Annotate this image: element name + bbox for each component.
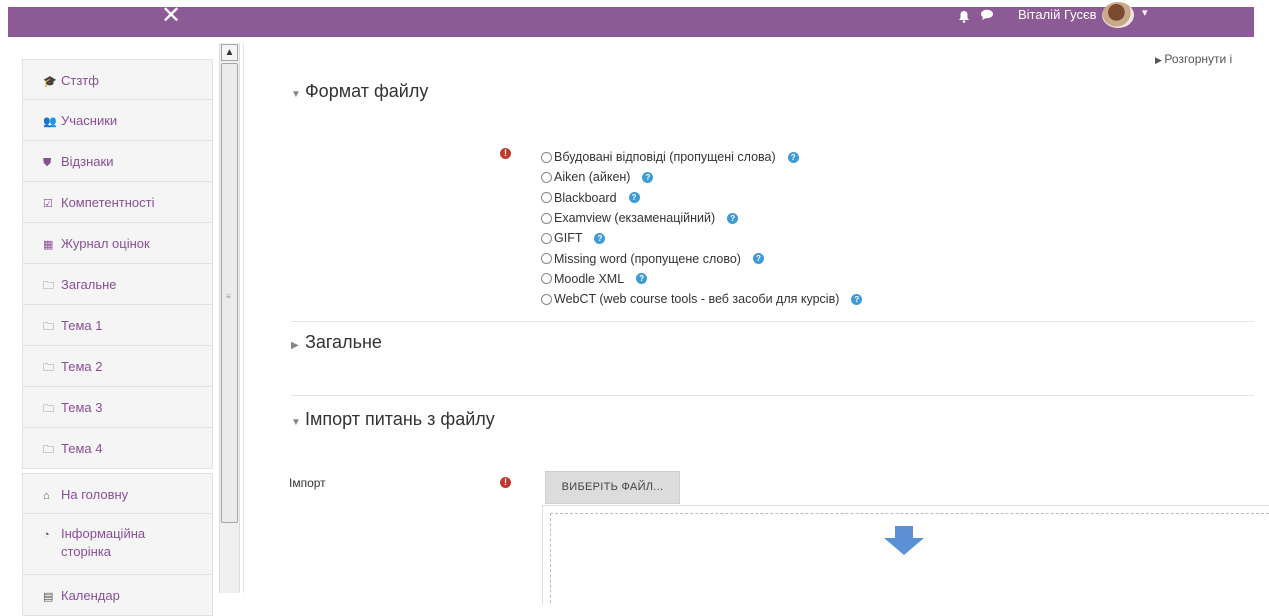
sidebar-item-label: Тема 1 bbox=[61, 318, 103, 333]
sidebar-item-topic-3[interactable]: 🗀 Тема 3 bbox=[22, 387, 213, 428]
sidebar-item-label: На головну bbox=[61, 487, 129, 502]
help-icon[interactable]: ? bbox=[628, 192, 640, 204]
sidebar-item-label: Компетентності bbox=[61, 195, 155, 210]
radio-button[interactable] bbox=[541, 212, 552, 224]
sidebar-item-label: Стзтф bbox=[61, 73, 99, 88]
format-option[interactable]: GIFT? bbox=[541, 228, 862, 248]
format-option[interactable]: Вбудовані відповіді (пропущені слова)? bbox=[541, 147, 862, 167]
radio-button[interactable] bbox=[541, 273, 552, 285]
graduation-cap-icon: 🎓 bbox=[43, 76, 57, 88]
format-radio-group: Вбудовані відповіді (пропущені слова)? A… bbox=[541, 147, 863, 309]
sidebar-item-label: Загальне bbox=[61, 277, 117, 292]
sidebar-item-topic-1[interactable]: 🗀 Тема 1 bbox=[22, 305, 213, 346]
chat-icon[interactable] bbox=[980, 8, 994, 24]
scroll-up-button[interactable]: ▲ bbox=[221, 44, 238, 61]
sidebar-item-label: Тема 3 bbox=[61, 400, 103, 415]
required-icon: ! bbox=[500, 148, 511, 159]
folder-icon: 🗀 bbox=[43, 362, 54, 374]
help-icon[interactable]: ? bbox=[636, 273, 648, 285]
folder-icon: 🗀 bbox=[43, 280, 54, 292]
top-navbar: ✕ Віталій Гусєв ▾ bbox=[0, 0, 1269, 43]
radio-button[interactable] bbox=[541, 232, 552, 244]
caret-right-icon: ▶ bbox=[291, 340, 299, 351]
scroll-thumb[interactable]: ≡ bbox=[221, 63, 238, 523]
sidebar-item-label: Календар bbox=[61, 588, 120, 603]
format-option[interactable]: Blackboard? bbox=[541, 188, 862, 208]
sidebar-item-course[interactable]: 🎓 Стзтф bbox=[22, 59, 213, 100]
dashboard-icon: ◔ bbox=[43, 529, 50, 541]
expand-all-link[interactable]: ▶ Розгорнути і bbox=[1155, 52, 1232, 66]
sidebar-item-participants[interactable]: 👥 Учасники bbox=[22, 100, 213, 141]
radio-button[interactable] bbox=[541, 293, 552, 305]
help-icon[interactable]: ? bbox=[752, 253, 764, 265]
calendar-icon: ▤ bbox=[43, 591, 54, 603]
folder-icon: 🗀 bbox=[43, 444, 54, 456]
help-icon[interactable]: ? bbox=[727, 212, 739, 224]
main-content: ▶ Розгорнути і ▼ Формат файлу ! Вбудовані… bbox=[245, 43, 1269, 605]
user-avatar[interactable] bbox=[1102, 2, 1134, 28]
format-option[interactable]: Examview (екзаменаційний)? bbox=[541, 208, 862, 228]
table-icon: ▦ bbox=[43, 239, 54, 251]
close-drawer-icon[interactable]: ✕ bbox=[160, 4, 182, 28]
folder-icon: 🗀 bbox=[43, 403, 54, 415]
section-file-format-header[interactable]: ▼ Формат файлу bbox=[291, 81, 428, 102]
choose-file-button[interactable]: ВИБЕРІТЬ ФАЙЛ... bbox=[545, 471, 680, 504]
radio-button[interactable] bbox=[541, 171, 552, 183]
caret-right-icon: ▶ bbox=[1155, 55, 1165, 65]
checkbox-icon: ☑ bbox=[43, 198, 53, 210]
divider bbox=[291, 395, 1254, 396]
sidebar-item-label: Учасники bbox=[61, 113, 118, 128]
radio-button[interactable] bbox=[541, 151, 552, 163]
sidebar-item-label: Тема 4 bbox=[61, 441, 103, 456]
home-icon: ⌂ bbox=[43, 490, 50, 502]
help-icon[interactable]: ? bbox=[851, 293, 863, 305]
section-general-header[interactable]: ▶ Загальне bbox=[291, 332, 382, 353]
sidebar-nav: 🎓 Стзтф 👥 Учасники ⛊ Відзнаки ☑ Компетентнос… bbox=[22, 59, 213, 616]
radio-button[interactable] bbox=[541, 192, 552, 204]
caret-down-icon: ▼ bbox=[291, 89, 301, 100]
format-option[interactable]: Moodle XML? bbox=[541, 269, 862, 289]
radio-button[interactable] bbox=[541, 253, 552, 265]
grip-icon: ≡ bbox=[226, 292, 231, 301]
bell-icon[interactable] bbox=[958, 10, 970, 26]
help-icon[interactable]: ? bbox=[642, 171, 654, 183]
format-option[interactable]: Missing word (пропущене слово)? bbox=[541, 248, 862, 268]
sidebar-item-calendar[interactable]: ▤ Календар bbox=[22, 575, 213, 616]
folder-icon: 🗀 bbox=[43, 321, 54, 333]
sidebar-item-label: Тема 2 bbox=[61, 359, 103, 374]
sidebar-scrollbar[interactable]: ▲ ≡ bbox=[219, 43, 240, 593]
sidebar-item-label: Інформаційна сторінка bbox=[61, 526, 146, 559]
import-label: Імпорт bbox=[289, 476, 326, 490]
section-import-header[interactable]: ▼ Імпорт питань з файлу bbox=[291, 409, 495, 430]
shield-icon: ⛊ bbox=[43, 157, 52, 169]
sidebar-item-home[interactable]: ⌂ На головну bbox=[22, 473, 213, 514]
sidebar-item-general[interactable]: 🗀 Загальне bbox=[22, 264, 213, 305]
format-option[interactable]: WebCT (web course tools - веб засоби для… bbox=[541, 289, 863, 309]
sidebar-item-label: Журнал оцінок bbox=[61, 236, 150, 251]
users-icon: 👥 bbox=[43, 116, 57, 128]
chevron-down-icon[interactable]: ▾ bbox=[1142, 6, 1148, 19]
sidebar-item-topic-4[interactable]: 🗀 Тема 4 bbox=[22, 428, 213, 469]
sidebar-item-topic-2[interactable]: 🗀 Тема 2 bbox=[22, 346, 213, 387]
download-arrow-icon bbox=[882, 526, 926, 561]
sidebar-item-label: Відзнаки bbox=[61, 154, 114, 169]
sidebar: 🎓 Стзтф 👥 Учасники ⛊ Відзнаки ☑ Компетентнос… bbox=[8, 43, 244, 616]
sidebar-item-dashboard[interactable]: ◔ Інформаційна сторінка bbox=[22, 514, 213, 575]
help-icon[interactable]: ? bbox=[787, 151, 799, 163]
user-name[interactable]: Віталій Гусєв bbox=[1018, 7, 1097, 22]
divider bbox=[291, 321, 1254, 322]
required-icon: ! bbox=[500, 477, 511, 488]
format-option[interactable]: Aiken (айкен)? bbox=[541, 167, 862, 187]
sidebar-item-competencies[interactable]: ☑ Компетентності bbox=[22, 182, 213, 223]
help-icon[interactable]: ? bbox=[594, 232, 606, 244]
sidebar-item-badges[interactable]: ⛊ Відзнаки bbox=[22, 141, 213, 182]
sidebar-item-grades[interactable]: ▦ Журнал оцінок bbox=[22, 223, 213, 264]
caret-down-icon: ▼ bbox=[291, 417, 301, 428]
